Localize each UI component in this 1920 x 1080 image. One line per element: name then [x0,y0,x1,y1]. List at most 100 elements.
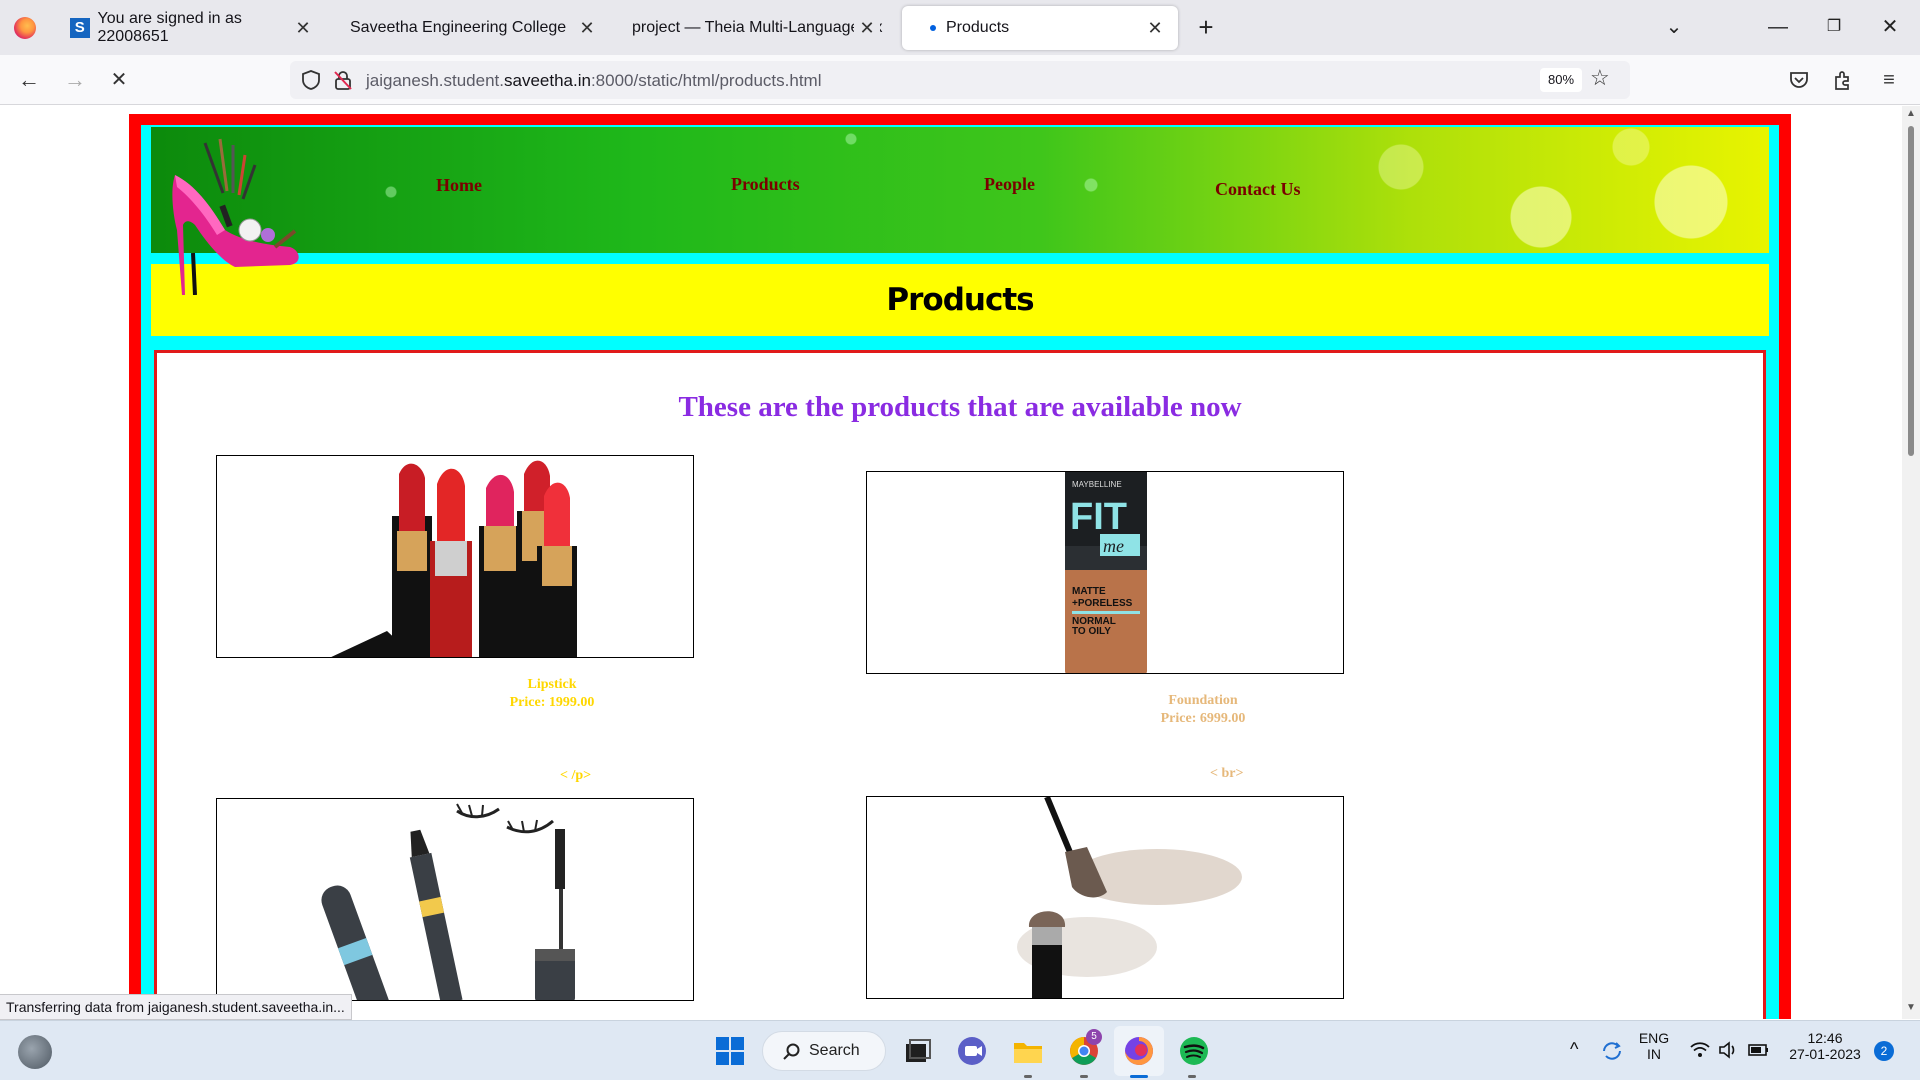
close-icon[interactable]: ✕ [290,15,316,41]
eyeliner-mascara-image [216,798,694,1001]
url-domain: saveetha.in [504,71,591,90]
forward-arrow-icon[interactable]: → [58,63,92,97]
page-title: Products [886,282,1034,318]
close-icon[interactable]: ✕ [854,15,880,41]
svg-text:FIT: FIT [1070,496,1127,538]
nav-link-products[interactable]: Products [731,174,800,195]
header-banner: Home Products People Contact Us [151,127,1769,253]
url-text[interactable]: jaiganesh.student.saveetha.in:8000/stati… [366,71,822,91]
insecure-lock-icon[interactable] [332,69,354,91]
tab-saveetha[interactable]: Saveetha Engineering College ✕ [336,6,610,50]
makeup-brush-image [866,796,1344,999]
region-code: IN [1647,1046,1661,1062]
scrollbar-thumb[interactable] [1908,126,1914,456]
battery-icon[interactable] [1748,1042,1770,1058]
windows-taskbar: Search 5 ^ ENG IN 12:46 27-01-2023 2 [0,1020,1920,1080]
clock-time: 12:46 [1807,1030,1843,1046]
page-viewport: Home Products People Contact Us Products… [0,106,1902,1019]
product-name: Lipstick [527,677,577,692]
sync-icon[interactable] [1600,1039,1624,1063]
nav-link-contact-us[interactable]: Contact Us [1215,179,1301,200]
status-tooltip: Transferring data from jaiganesh.student… [0,994,352,1020]
url-bar[interactable]: jaiganesh.student.saveetha.in:8000/stati… [290,61,1630,99]
url-path: :8000/static/html/products.html [590,71,822,90]
tracking-shield-icon[interactable] [300,69,322,91]
active-indicator [1130,1075,1148,1078]
running-indicator [1080,1075,1088,1078]
clock[interactable]: 12:46 27-01-2023 [1780,1030,1870,1062]
chrome-profile-badge: 5 [1086,1029,1102,1045]
firefox-view-icon[interactable] [14,17,36,39]
running-indicator [1024,1075,1032,1078]
zoom-level-badge[interactable]: 80% [1540,68,1583,92]
s-favicon-icon: S [70,18,90,38]
foundation-image: MAYBELLINE FIT me MATTE +PORELESS NORMAL… [866,471,1344,674]
app-menu-icon[interactable]: ≡ [1872,63,1906,97]
wifi-icon[interactable] [1690,1041,1710,1059]
products-headline: These are the products that are availabl… [678,391,1242,423]
back-arrow-icon[interactable]: ← [12,63,46,97]
title-band: Products [151,264,1769,336]
bookmark-star-icon[interactable]: ☆ [1590,65,1610,91]
scroll-up-icon[interactable]: ▲ [1906,108,1916,119]
product-caption-lipstick: Lipstick Price: 1999.00 [452,676,652,712]
close-icon[interactable]: ✕ [1142,15,1168,41]
task-view-icon[interactable] [898,1031,938,1071]
page-scrollbar[interactable]: ▲ ▼ [1902,106,1920,1019]
pocket-icon[interactable] [1788,69,1810,91]
tab-theia[interactable]: project — Theia Multi-Language Ex ✕ [618,6,890,50]
running-indicator [1188,1075,1196,1078]
product-caption-foundation: Foundation Price: 6999.00 [1103,692,1303,728]
spotify-icon[interactable] [1174,1031,1214,1071]
volume-icon[interactable] [1718,1041,1738,1059]
search-icon [783,1043,800,1060]
taskbar-search[interactable]: Search [762,1031,886,1071]
stray-tag-text: < br> [1210,766,1244,781]
url-prefix: jaiganesh.student. [366,71,504,90]
close-icon[interactable]: ✕ [574,15,600,41]
restore-icon[interactable]: ❐ [1814,10,1854,44]
cosmetics-shoe-logo [172,138,299,295]
stray-tag-text: < /p> [560,768,592,783]
lipstick-image [216,455,694,658]
cyan-frame: Home Products People Contact Us Products… [141,125,1779,1019]
nav-link-people[interactable]: People [984,174,1035,195]
tab-label: Saveetha Engineering College [350,19,567,36]
widgets-icon[interactable] [18,1035,52,1069]
nav-link-home[interactable]: Home [436,175,482,196]
svg-text:me: me [1103,536,1124,556]
svg-text:+PORELESS: +PORELESS [1072,598,1133,609]
notification-badge[interactable]: 2 [1874,1041,1894,1061]
loading-dot-icon [930,25,936,31]
tab-signed-in[interactable]: S You are signed in as 22008651 ✕ [56,6,326,50]
language-indicator[interactable]: ENG IN [1636,1030,1672,1062]
tab-label: You are signed in as 22008651 [97,10,242,45]
svg-text:MATTE: MATTE [1072,586,1106,597]
tab-label: Products [946,19,1010,36]
scroll-down-icon[interactable]: ▼ [1906,1002,1916,1013]
tab-bar: S You are signed in as 22008651 ✕ Saveet… [0,0,1920,55]
svg-text:TO OILY: TO OILY [1072,626,1111,637]
search-label: Search [809,1042,860,1059]
svg-text:MAYBELLINE: MAYBELLINE [1072,480,1122,489]
language-code: ENG [1638,1030,1670,1046]
clock-date: 27-01-2023 [1789,1046,1861,1062]
stop-loading-icon[interactable]: ✕ [102,63,136,97]
products-content-box: These are the products that are availabl… [154,350,1766,1019]
teams-chat-icon[interactable] [952,1031,992,1071]
tab-products[interactable]: Products ✕ [902,6,1178,50]
outer-red-border: Home Products People Contact Us Products… [129,114,1791,1019]
start-icon[interactable] [710,1031,750,1071]
minimize-icon[interactable]: — [1758,10,1798,44]
product-name: Foundation [1168,693,1238,708]
new-tab-icon[interactable]: + [1186,10,1226,44]
extensions-icon[interactable] [1832,69,1854,91]
tab-label: project — Theia Multi-Language Ex [632,19,883,36]
chevron-up-icon[interactable]: ^ [1570,1039,1578,1060]
file-explorer-icon[interactable] [1008,1031,1048,1071]
window-close-icon[interactable]: ✕ [1870,10,1910,44]
list-tabs-icon[interactable]: ⌄ [1654,10,1694,44]
firefox-taskbar-icon[interactable] [1119,1031,1159,1071]
product-price: Price: 1999.00 [509,695,595,710]
navigation-bar: ← → ✕ jaiganesh.student.saveetha.in:8000… [0,55,1920,105]
